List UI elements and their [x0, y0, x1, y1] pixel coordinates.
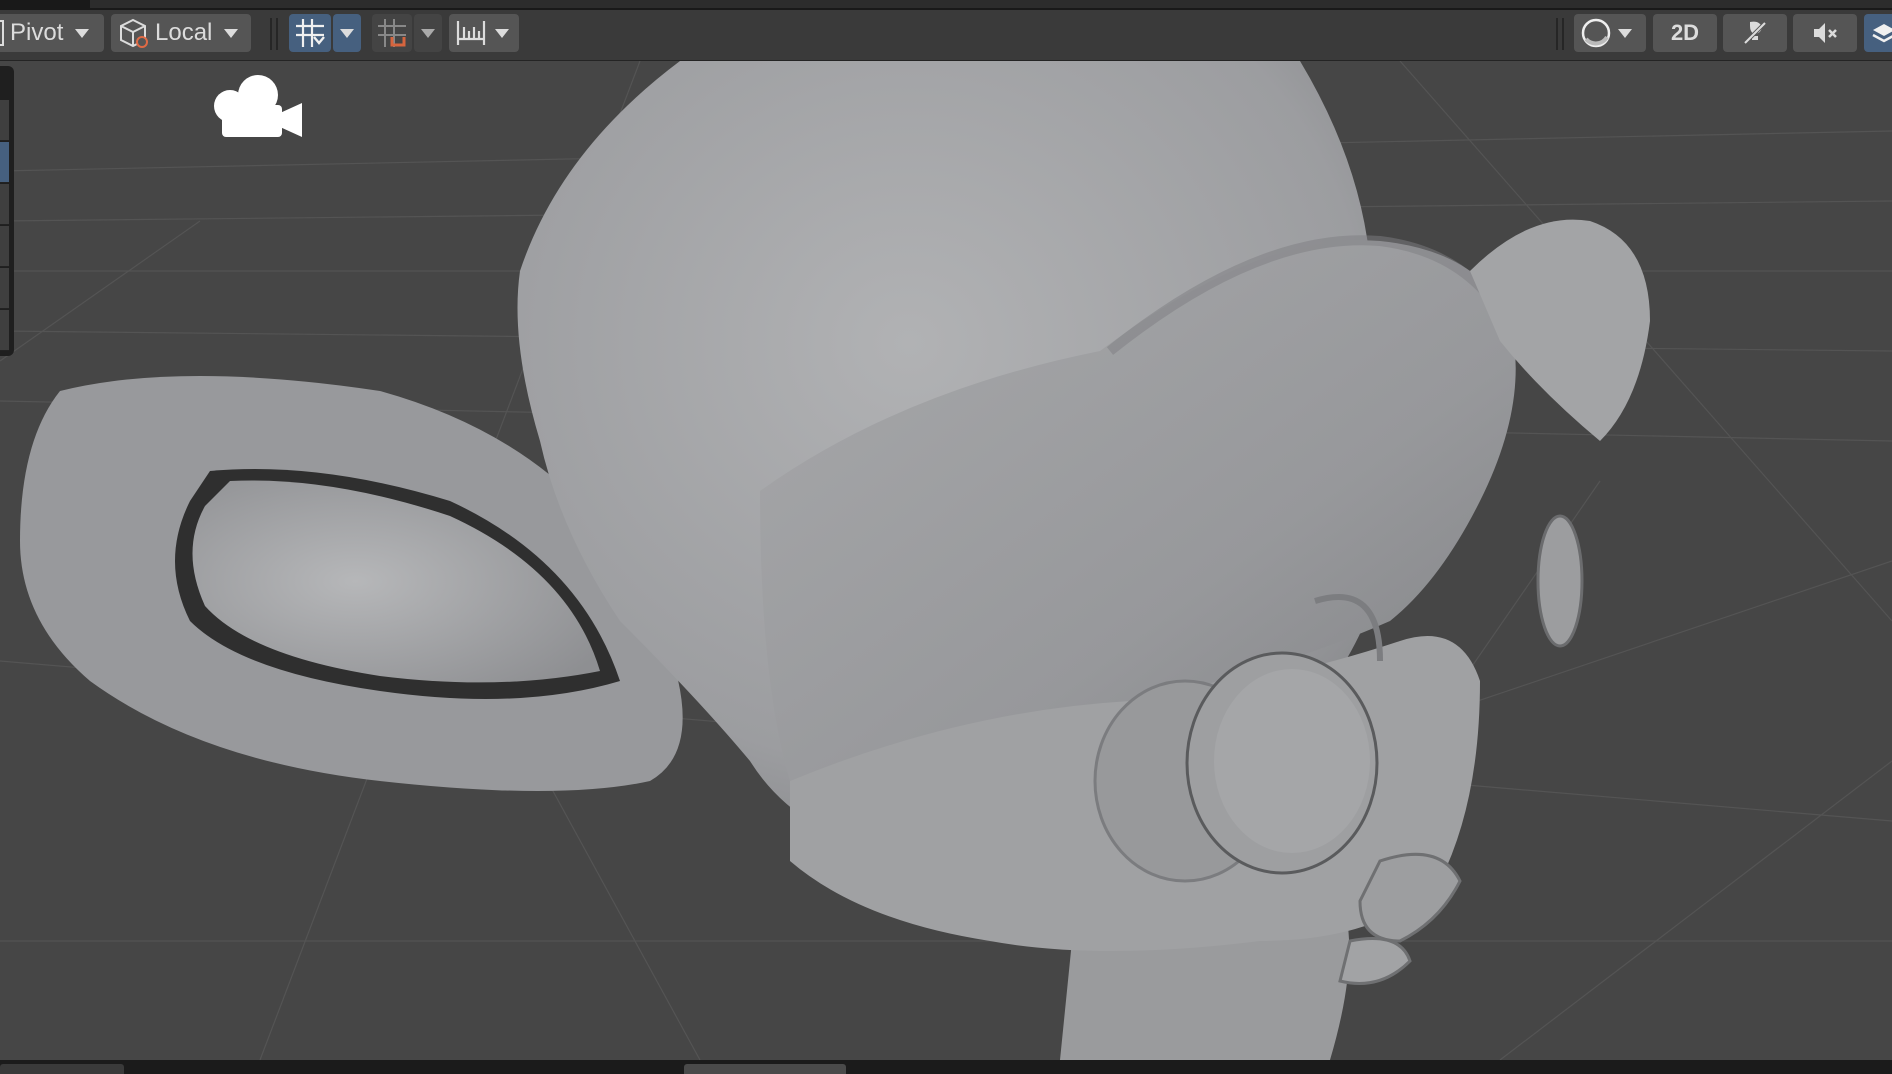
toolbar-separator [276, 18, 278, 50]
chevron-down-icon [340, 28, 354, 38]
local-label: Local [155, 19, 213, 46]
bottom-tab[interactable] [0, 1064, 124, 1074]
audio-mute-icon [1814, 23, 1837, 43]
increment-snap-dropdown[interactable] [414, 14, 442, 52]
editor-tab-strip [90, 0, 1892, 8]
grid-snap-toggle[interactable] [289, 14, 331, 52]
lighting-toggle[interactable] [1723, 14, 1787, 52]
pivot-label: Pivot [10, 19, 64, 46]
audio-toggle[interactable] [1793, 14, 1857, 52]
chevron-down-icon [75, 28, 90, 38]
grid-snap-icon [296, 19, 325, 47]
scene-toolbar: Pivot Local 2D [0, 10, 1892, 61]
tool-button[interactable] [0, 184, 9, 225]
bottom-panel-strip [0, 1060, 1892, 1074]
sphere-shading-icon [1581, 18, 1611, 48]
draw-mode-dropdown[interactable] [1574, 14, 1646, 52]
window-top-strip [0, 0, 1892, 10]
chevron-down-icon [1618, 28, 1632, 38]
scene-render [0, 61, 1892, 1060]
lighting-icon [1742, 20, 1768, 46]
pivot-dropdown[interactable]: Pivot [0, 14, 104, 52]
local-dropdown[interactable]: Local [111, 14, 251, 52]
toolbar-separator [270, 18, 272, 50]
tool-button[interactable] [0, 310, 9, 351]
tools-overlay [0, 66, 14, 356]
increment-snap-toggle[interactable] [372, 14, 412, 52]
tool-button[interactable] [0, 100, 9, 141]
ruler-dropdown[interactable] [449, 14, 519, 52]
2d-toggle[interactable]: 2D [1653, 14, 1717, 52]
2d-label: 2D [1670, 20, 1700, 45]
tool-button-selected[interactable] [0, 142, 9, 183]
tool-button[interactable] [0, 226, 9, 267]
bottom-tab[interactable] [684, 1064, 846, 1074]
effects-toggle[interactable] [1864, 14, 1892, 52]
chevron-down-icon [224, 28, 239, 38]
increment-snap-icon [378, 19, 406, 47]
chevron-down-icon [421, 28, 435, 38]
layers-icon [1872, 24, 1892, 43]
chevron-down-icon [495, 28, 509, 38]
video-camera-icon[interactable] [208, 71, 308, 143]
grid-snap-dropdown[interactable] [333, 14, 361, 52]
toolbar-separator [1556, 18, 1558, 50]
toolbar-separator [1562, 18, 1564, 50]
tool-button[interactable] [0, 268, 9, 309]
cube-icon [120, 18, 148, 48]
scene-viewport[interactable] [0, 61, 1892, 1060]
ruler-icon [456, 21, 486, 45]
